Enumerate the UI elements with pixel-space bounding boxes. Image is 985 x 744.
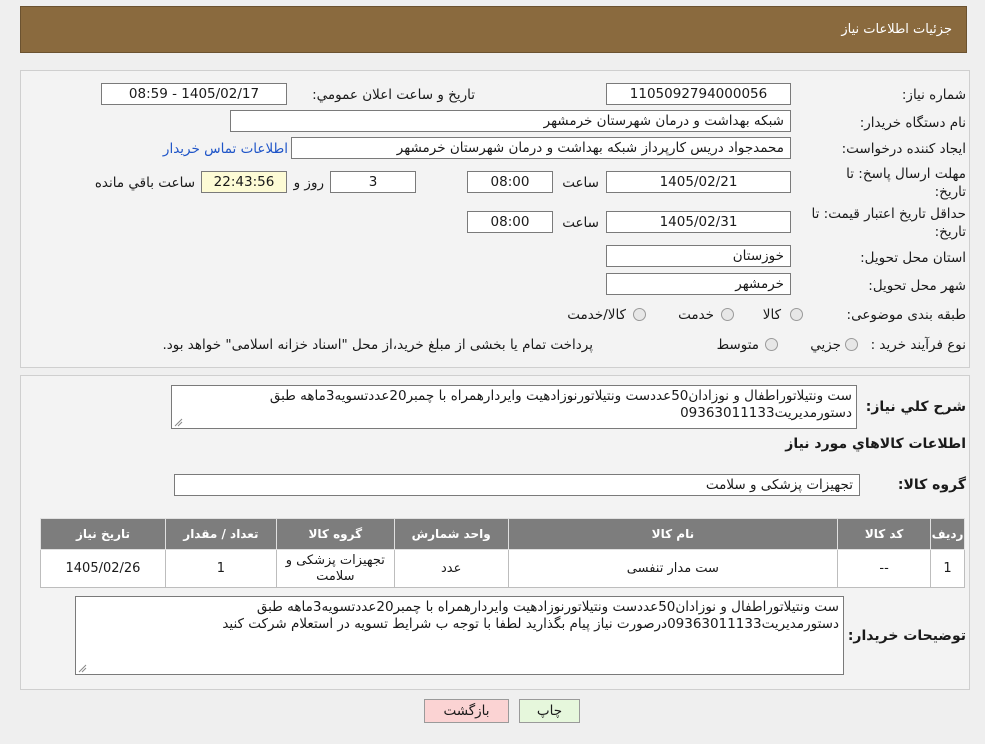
remaining-days-field: 3 <box>330 171 416 193</box>
back-button[interactable]: بازگشت <box>424 699 509 723</box>
cell-date: 1405/02/26 <box>40 549 166 588</box>
category-goods-service-label: کالا/خدمت <box>567 307 626 323</box>
col-name: نام کالا <box>507 518 839 550</box>
buyer-notes-value: ست ونتیلاتوراطفال و نوزادان50عددست ونتیل… <box>222 599 839 632</box>
buyer-contact-link[interactable]: اطلاعات تماس خریدار <box>163 141 288 157</box>
cell-code: -- <box>837 549 932 588</box>
category-goods-service-radio[interactable] <box>633 308 646 321</box>
deadline-label-date: تاریخ: <box>934 184 966 200</box>
page-header: جزئیات اطلاعات نیاز <box>20 6 967 53</box>
validity-label: حداقل تاریخ اعتبار قیمت: تا <box>811 206 966 222</box>
deadline-date-field: 1405/02/21 <box>606 171 791 193</box>
cell-group: تجهیزات پزشکی و سلامت <box>275 549 395 588</box>
need-number-field: 1105092794000056 <box>606 83 791 105</box>
deadline-time-field: 08:00 <box>467 171 553 193</box>
remaining-label: ساعت باقي مانده <box>94 175 195 191</box>
deadline-label: مهلت ارسال پاسخ: تا <box>846 166 966 182</box>
buyer-org-label: نام دستگاه خریدار: <box>859 115 966 131</box>
process-minor-label: جزیي <box>810 337 841 353</box>
process-medium-label: متوسط <box>716 337 759 353</box>
cell-unit: عدد <box>393 549 509 588</box>
validity-time-field: 08:00 <box>467 211 553 233</box>
items-heading: اطلاعات کالاهاي مورد نیاز <box>785 436 966 452</box>
category-service-label: خدمت <box>678 307 714 323</box>
summary-text-value: ست ونتیلاتوراطفال و نوزادان50عددست ونتیل… <box>269 388 852 421</box>
announce-label: تاریخ و ساعت اعلان عمومي: <box>312 87 475 103</box>
process-note: پرداخت تمام یا بخشی از مبلغ خرید،از محل … <box>162 337 593 353</box>
col-unit: واحد شمارش <box>393 518 509 550</box>
need-number-label: شماره نیاز: <box>901 87 966 103</box>
table-row: 1 -- ست مدار تنفسی عدد تجهیزات پزشکی و س… <box>40 549 965 588</box>
col-date: تاریخ نیاز <box>40 518 166 550</box>
cell-name: ست مدار تنفسی <box>507 549 839 588</box>
buyer-notes-text: ست ونتیلاتوراطفال و نوزادان50عددست ونتیل… <box>75 596 844 675</box>
group-label: گروه کالا: <box>897 477 966 493</box>
print-button[interactable]: چاپ <box>519 699 580 723</box>
creator-field: محمدجواد دریس کارپرداز شبکه بهداشت و درم… <box>291 137 791 159</box>
days-label: روز و <box>293 175 324 191</box>
summary-text: ست ونتیلاتوراطفال و نوزادان50عددست ونتیل… <box>171 385 857 429</box>
col-group: گروه کالا <box>275 518 395 550</box>
items-table-header: ردیف کد کالا نام کالا واحد شمارش گروه کا… <box>40 518 965 550</box>
validity-label-date: تاریخ: <box>934 224 966 240</box>
page-title: جزئیات اطلاعات نیاز <box>841 22 952 37</box>
city-label: شهر محل تحویل: <box>868 278 966 294</box>
buyer-notes-label: توضیحات خریدار: <box>847 628 966 644</box>
resize-grip-icon[interactable] <box>78 664 87 673</box>
summary-label: شرح کلي نیاز: <box>865 399 966 415</box>
category-label: طبقه بندی موضوعی: <box>846 307 966 323</box>
buyer-org-field: شبکه بهداشت و درمان شهرستان خرمشهر <box>230 110 791 132</box>
remaining-time-field: 22:43:56 <box>201 171 287 193</box>
col-row: ردیف <box>930 518 965 550</box>
validity-date-field: 1405/02/31 <box>606 211 791 233</box>
announce-date-field: 1405/02/17 - 08:59 <box>101 83 287 105</box>
province-label: استان محل تحویل: <box>860 250 966 266</box>
group-field: تجهیزات پزشکی و سلامت <box>174 474 860 496</box>
category-goods-label: کالا <box>762 307 781 323</box>
cell-qty: 1 <box>164 549 277 588</box>
col-code: کد کالا <box>837 518 932 550</box>
province-field: خوزستان <box>606 245 791 267</box>
category-goods-radio[interactable] <box>790 308 803 321</box>
cell-row: 1 <box>930 549 965 588</box>
city-field: خرمشهر <box>606 273 791 295</box>
col-qty: تعداد / مقدار <box>164 518 277 550</box>
process-label: نوع فرآیند خرید : <box>870 337 966 353</box>
category-service-radio[interactable] <box>721 308 734 321</box>
resize-grip-icon[interactable] <box>174 418 183 427</box>
process-medium-radio[interactable] <box>765 338 778 351</box>
items-table: ردیف کد کالا نام کالا واحد شمارش گروه کا… <box>40 518 965 588</box>
creator-label: ایجاد کننده درخواست: <box>841 141 966 157</box>
process-minor-radio[interactable] <box>845 338 858 351</box>
validity-time-label: ساعت <box>562 215 599 231</box>
deadline-time-label: ساعت <box>562 175 599 191</box>
